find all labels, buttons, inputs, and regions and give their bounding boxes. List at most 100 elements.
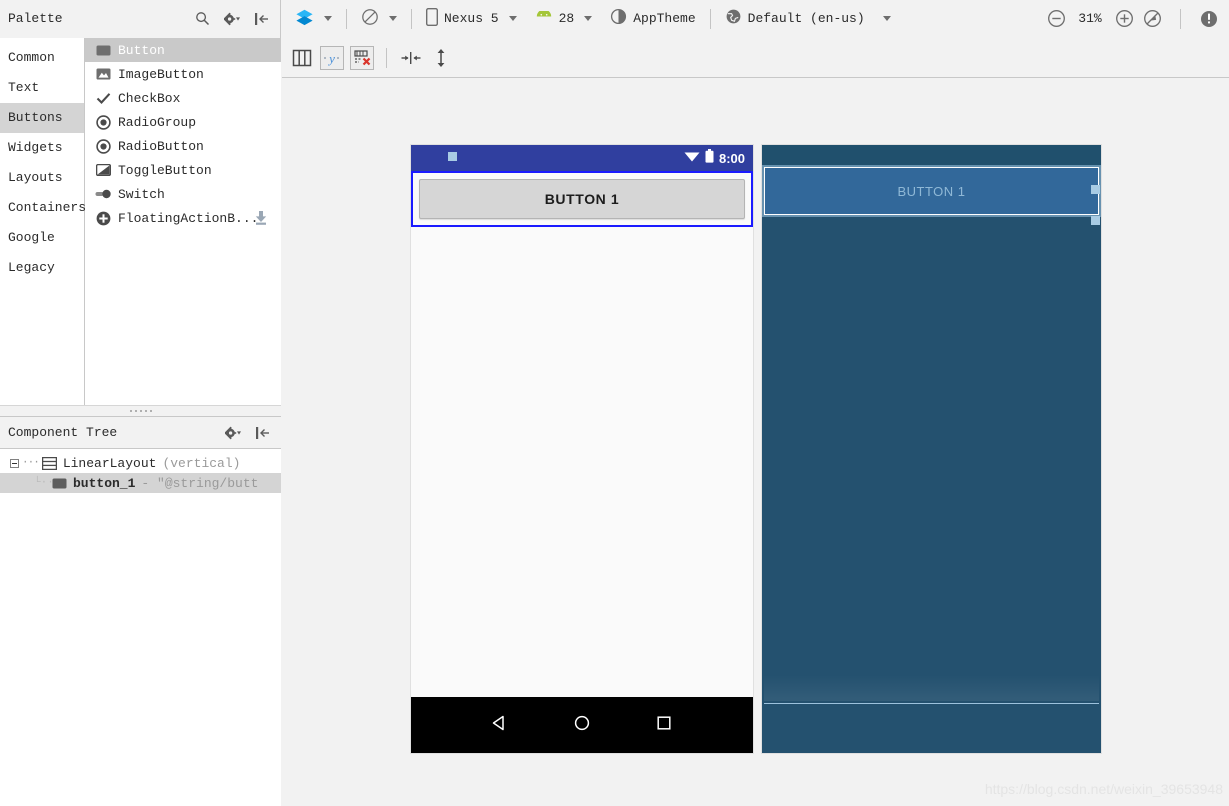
palette-item-label: RadioGroup xyxy=(118,114,197,130)
category-label: Widgets xyxy=(8,140,63,155)
horizontal-margin-icon[interactable] xyxy=(399,46,423,70)
blueprint-preview[interactable]: BUTTON 1 xyxy=(762,145,1101,753)
image-button-icon xyxy=(95,66,111,82)
vertical-align-icon[interactable] xyxy=(429,46,453,70)
preview-button-1[interactable]: BUTTON 1 xyxy=(419,179,745,219)
palette-item-label: ImageButton xyxy=(118,66,204,82)
chevron-down-icon xyxy=(389,16,397,21)
tree-connector: └··· xyxy=(34,477,61,489)
zoom-in-icon[interactable] xyxy=(1114,9,1134,29)
blueprint-root-layout[interactable] xyxy=(764,219,1099,701)
gear-icon[interactable] xyxy=(222,9,242,29)
search-icon[interactable] xyxy=(192,9,212,29)
category-label: Common xyxy=(8,50,55,65)
collapse-panel-icon[interactable] xyxy=(252,9,272,29)
api-level-selector[interactable]: 28 xyxy=(531,8,597,29)
clear-constraints-icon[interactable] xyxy=(350,45,374,70)
category-label: Containers xyxy=(8,200,87,215)
svg-text:y: y xyxy=(327,51,335,66)
nav-recents-icon[interactable] xyxy=(654,713,674,737)
nav-home-icon[interactable] xyxy=(572,713,592,737)
palette-item-togglebutton[interactable]: ToggleButton xyxy=(85,158,281,182)
chevron-down-icon xyxy=(584,16,593,21)
watermark-text: https://blog.csdn.net/weixin_39653948 xyxy=(984,781,1223,797)
component-tree-title: Component Tree xyxy=(8,425,118,440)
palette-category-legacy[interactable]: Legacy xyxy=(0,253,84,283)
design-mode-selector[interactable] xyxy=(291,6,336,32)
chevron-down-icon xyxy=(882,16,891,21)
locale-label: Default (en-us) xyxy=(747,11,865,26)
palette-item-label: Button xyxy=(118,42,165,58)
tree-connector: ··· xyxy=(22,457,40,469)
show-constraints-icon[interactable] xyxy=(290,46,314,70)
toolbar-divider xyxy=(1180,8,1181,29)
resize-handle-right-bottom[interactable] xyxy=(1091,216,1100,225)
palette-category-common[interactable]: Common xyxy=(0,43,84,73)
palette-item-floatingactionbutton[interactable]: FloatingActionB... xyxy=(85,206,281,230)
component-tree-header: Component Tree xyxy=(0,417,281,449)
battery-icon xyxy=(705,149,714,167)
locale-selector[interactable]: Default (en-us) xyxy=(721,6,895,31)
palette-category-buttons[interactable]: Buttons xyxy=(0,103,84,133)
design-surface-canvas[interactable]: 8:00 BUTTON 1 BUTTON 1 https://blog.csdn… xyxy=(282,79,1229,806)
radio-group-icon xyxy=(95,114,111,130)
radio-button-icon xyxy=(95,138,111,154)
palette-item-label: ToggleButton xyxy=(118,162,212,178)
collapse-panel-icon[interactable] xyxy=(253,423,273,443)
palette-item-radiogroup[interactable]: RadioGroup xyxy=(85,110,281,134)
button-icon xyxy=(95,42,111,58)
palette-item-label: RadioButton xyxy=(118,138,204,154)
palette-item-radiobutton[interactable]: RadioButton xyxy=(85,134,281,158)
palette-category-text[interactable]: Text xyxy=(0,73,84,103)
zoom-to-fit-icon[interactable] xyxy=(1142,9,1162,29)
category-label: Text xyxy=(8,80,40,95)
nav-back-icon[interactable] xyxy=(490,713,510,737)
panel-splitter[interactable] xyxy=(0,405,281,417)
theme-label: AppTheme xyxy=(633,11,696,26)
palette-item-label: FloatingActionB... xyxy=(118,210,259,226)
switch-icon xyxy=(95,186,111,202)
palette-widget-list: Button ImageButton CheckBox RadioGroup R… xyxy=(85,38,281,405)
orientation-selector[interactable] xyxy=(357,6,401,32)
theme-selector[interactable]: AppTheme xyxy=(606,6,699,31)
splitter-grip xyxy=(129,410,152,412)
globe-icon xyxy=(725,8,742,29)
category-label: Buttons xyxy=(8,110,63,125)
chevron-down-icon xyxy=(508,16,517,21)
device-selector[interactable]: Nexus 5 xyxy=(422,6,521,32)
palette-header-actions xyxy=(192,9,272,29)
toggle-button-icon xyxy=(95,162,111,178)
tree-row-button-1[interactable]: └··· button_1 - "@string/butt xyxy=(0,473,281,493)
android-icon xyxy=(535,8,553,27)
palette-category-containers[interactable]: Containers xyxy=(0,193,87,223)
theme-icon xyxy=(610,8,627,29)
device-preview[interactable]: 8:00 BUTTON 1 xyxy=(411,145,753,753)
zoom-out-icon[interactable] xyxy=(1046,9,1066,29)
palette-item-label: Switch xyxy=(118,186,165,202)
blueprint-nav-bar-area xyxy=(764,703,1099,751)
toolbar-divider xyxy=(709,8,711,29)
tree-collapse-icon[interactable] xyxy=(10,458,19,468)
palette-panel: Common Text Buttons Widgets Layouts Cont… xyxy=(0,38,281,405)
download-icon[interactable] xyxy=(253,210,269,226)
autoconnect-icon[interactable]: y xyxy=(320,45,344,70)
tree-node-sublabel: - "@string/butt xyxy=(141,475,259,491)
palette-category-layouts[interactable]: Layouts xyxy=(0,163,84,193)
gear-icon[interactable] xyxy=(223,423,243,443)
palette-item-checkbox[interactable]: CheckBox xyxy=(85,86,281,110)
palette-item-imagebutton[interactable]: ImageButton xyxy=(85,62,281,86)
checkbox-icon xyxy=(95,90,111,106)
resize-handle-bottom[interactable] xyxy=(448,152,457,161)
palette-category-google[interactable]: Google xyxy=(0,223,84,253)
tree-node-label: button_1 xyxy=(73,475,136,491)
error-badge-icon[interactable] xyxy=(1199,9,1219,29)
category-label: Google xyxy=(8,230,55,245)
resize-handle-right-top[interactable] xyxy=(1091,185,1100,194)
palette-item-switch[interactable]: Switch xyxy=(85,182,281,206)
palette-category-widgets[interactable]: Widgets xyxy=(0,133,84,163)
wifi-icon xyxy=(684,150,700,166)
device-label: Nexus 5 xyxy=(444,11,499,26)
palette-item-button[interactable]: Button xyxy=(85,38,281,62)
tree-row-linearlayout[interactable]: ··· LinearLayout (vertical) xyxy=(0,453,281,473)
blueprint-button-1[interactable]: BUTTON 1 xyxy=(764,167,1099,215)
